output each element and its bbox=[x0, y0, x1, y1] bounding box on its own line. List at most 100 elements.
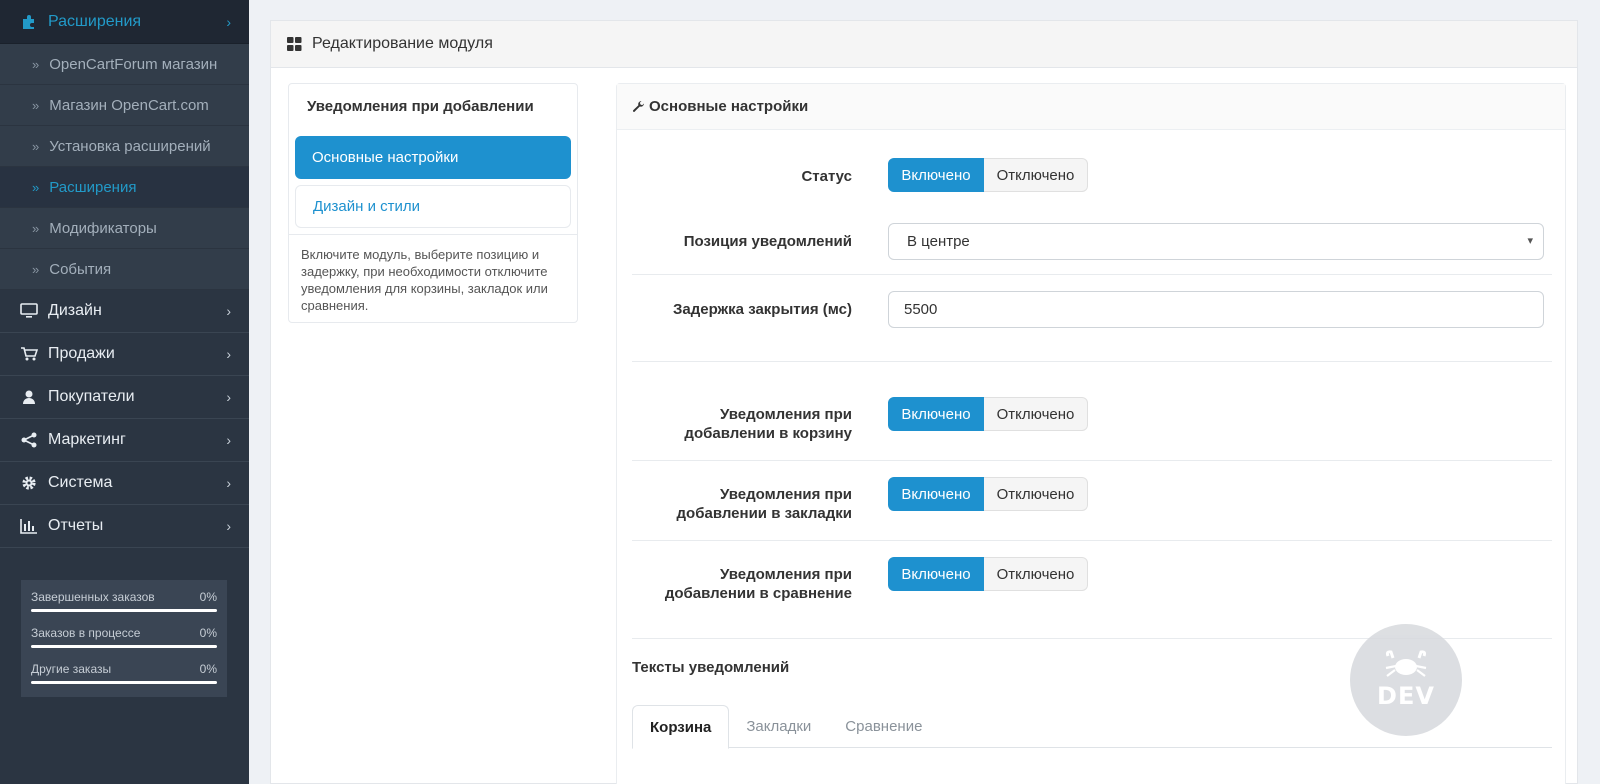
panel-heading: Редактирование модуля bbox=[271, 21, 1577, 68]
label-line: добавлении в закладки bbox=[676, 505, 852, 522]
label-line: добавлении в корзину bbox=[684, 425, 852, 442]
wishlist-on-button[interactable]: Включено bbox=[888, 477, 984, 511]
chevron-down-icon: ▾ bbox=[1527, 235, 1533, 247]
cart-notify-toggle: Включено Отключено bbox=[888, 397, 1088, 431]
label-line: Уведомления при bbox=[719, 486, 852, 503]
status-off-button[interactable]: Отключено bbox=[984, 158, 1088, 192]
sidebar-item-sales[interactable]: Продажи › bbox=[0, 333, 249, 376]
progress-bar bbox=[31, 609, 217, 612]
chevron-right-icon: › bbox=[226, 346, 231, 362]
sidebar-subitem-label: Модификаторы bbox=[49, 219, 157, 237]
wrench-icon bbox=[632, 100, 645, 113]
settings-card-title: Основные настройки bbox=[649, 98, 809, 115]
sidebar: Расширения › » OpenCartForum магазин » Маг… bbox=[0, 0, 249, 784]
status-label: Статус bbox=[801, 168, 852, 185]
stat-value: 0% bbox=[199, 662, 217, 676]
position-select-value: В центре bbox=[907, 233, 970, 250]
stat-label: Завершенных заказов bbox=[31, 590, 155, 604]
stat-other: Другие заказы 0% bbox=[31, 662, 217, 698]
chevron-right-icon: › bbox=[226, 13, 231, 30]
compare-off-button[interactable]: Отключено bbox=[984, 557, 1088, 591]
stat-processing: Заказов в процессе 0% bbox=[31, 626, 217, 662]
dev-watermark: DEV bbox=[1350, 624, 1462, 736]
chevron-right-icon: › bbox=[226, 475, 231, 491]
label-line: добавлении в сравнение bbox=[664, 585, 852, 602]
double-chevron-icon: » bbox=[32, 220, 40, 236]
delay-input[interactable]: 5500 bbox=[888, 291, 1544, 328]
stat-label: Заказов в процессе bbox=[31, 626, 141, 640]
puzzle-icon bbox=[20, 13, 38, 31]
tab-compare[interactable]: Сравнение bbox=[828, 705, 939, 748]
progress-bar bbox=[31, 645, 217, 648]
label-line: Уведомления при bbox=[719, 406, 852, 423]
cart-icon bbox=[20, 345, 38, 363]
divider bbox=[632, 274, 1552, 275]
sidebar-item-label: Расширения bbox=[48, 12, 142, 30]
cart-off-button[interactable]: Отключено bbox=[984, 397, 1088, 431]
monitor-icon bbox=[20, 302, 38, 320]
sidebar-item-reports[interactable]: Отчеты › bbox=[0, 505, 249, 548]
sidebar-subitem-label: Установка расширений bbox=[49, 137, 211, 155]
double-chevron-icon: » bbox=[32, 138, 40, 154]
sidebar-item-label: Отчеты bbox=[48, 517, 104, 534]
module-nav-card: Уведомления при добавлении Основные наст… bbox=[288, 83, 578, 323]
module-description: Включите модуль, выберите позицию и заде… bbox=[289, 234, 577, 325]
tab-wishlist[interactable]: Закладки bbox=[729, 705, 828, 748]
crab-icon bbox=[1385, 650, 1427, 677]
gear-icon bbox=[20, 474, 38, 492]
watermark-text: DEV bbox=[1377, 682, 1435, 710]
panel-title: Редактирование модуля bbox=[312, 35, 493, 52]
delay-label: Задержка закрытия (мс) bbox=[672, 301, 852, 318]
sidebar-item-customers[interactable]: Покупатели › bbox=[0, 376, 249, 419]
stat-completed: Завершенных заказов 0% bbox=[31, 590, 217, 626]
sidebar-subitem-oc-store[interactable]: » Магазин OpenCart.com bbox=[0, 85, 249, 126]
sidebar-subitem-events[interactable]: » События bbox=[0, 249, 249, 290]
sidebar-item-design[interactable]: Дизайн › bbox=[0, 290, 249, 333]
nav-design-styles[interactable]: Дизайн и стили bbox=[295, 185, 571, 228]
texts-section-title: Тексты уведомлений bbox=[632, 659, 790, 676]
nav-main-settings[interactable]: Основные настройки bbox=[295, 136, 571, 179]
sidebar-item-extensions[interactable]: Расширения › bbox=[0, 0, 249, 44]
position-label: Позиция уведомлений bbox=[683, 233, 852, 250]
settings-card-header: Основные настройки bbox=[617, 84, 1565, 130]
stat-value: 0% bbox=[199, 626, 217, 640]
sidebar-subitem-installer[interactable]: » Установка расширений bbox=[0, 126, 249, 167]
sidebar-subitem-extensions[interactable]: » Расширения bbox=[0, 167, 249, 208]
divider bbox=[632, 460, 1552, 461]
sidebar-item-marketing[interactable]: Маркетинг › bbox=[0, 419, 249, 462]
double-chevron-icon: » bbox=[32, 97, 40, 113]
stat-value: 0% bbox=[199, 590, 217, 604]
tab-cart[interactable]: Корзина bbox=[632, 705, 730, 749]
sidebar-subitem-modifications[interactable]: » Модификаторы bbox=[0, 208, 249, 249]
chevron-right-icon: › bbox=[226, 432, 231, 448]
chevron-right-icon: › bbox=[226, 303, 231, 319]
wishlist-off-button[interactable]: Отключено bbox=[984, 477, 1088, 511]
compare-notify-toggle: Включено Отключено bbox=[888, 557, 1088, 591]
double-chevron-icon: » bbox=[32, 56, 40, 72]
double-chevron-icon: » bbox=[32, 261, 40, 277]
sidebar-subitem-label: Магазин OpenCart.com bbox=[49, 96, 209, 114]
wishlist-notify-toggle: Включено Отключено bbox=[888, 477, 1088, 511]
stat-label: Другие заказы bbox=[31, 662, 112, 676]
module-nav-title: Уведомления при добавлении bbox=[307, 98, 534, 115]
top-gap bbox=[249, 0, 1600, 20]
status-on-button[interactable]: Включено bbox=[888, 158, 984, 192]
chevron-right-icon: › bbox=[226, 389, 231, 405]
share-icon bbox=[20, 431, 38, 449]
position-select[interactable]: В центре ▾ bbox=[888, 223, 1544, 260]
sidebar-item-label: Дизайн bbox=[48, 302, 102, 319]
sidebar-item-label: Продажи bbox=[48, 345, 115, 362]
compare-on-button[interactable]: Включено bbox=[888, 557, 984, 591]
wishlist-notify-label: Уведомления при добавлении в закладки bbox=[677, 485, 852, 523]
sidebar-subitem-ocf-store[interactable]: » OpenCartForum магазин bbox=[0, 44, 249, 85]
user-icon bbox=[20, 388, 38, 406]
sidebar-subitem-label: События bbox=[49, 260, 112, 278]
grid-icon bbox=[287, 37, 302, 51]
cart-on-button[interactable]: Включено bbox=[888, 397, 984, 431]
order-stats: Завершенных заказов 0% Заказов в процессе… bbox=[21, 580, 227, 697]
sidebar-item-system[interactable]: Система › bbox=[0, 462, 249, 505]
label-line: Уведомления при bbox=[719, 566, 852, 583]
sidebar-item-label: Покупатели bbox=[48, 388, 135, 405]
sidebar-item-label: Маркетинг bbox=[48, 431, 126, 448]
sidebar-subitem-label: Расширения bbox=[49, 178, 137, 196]
